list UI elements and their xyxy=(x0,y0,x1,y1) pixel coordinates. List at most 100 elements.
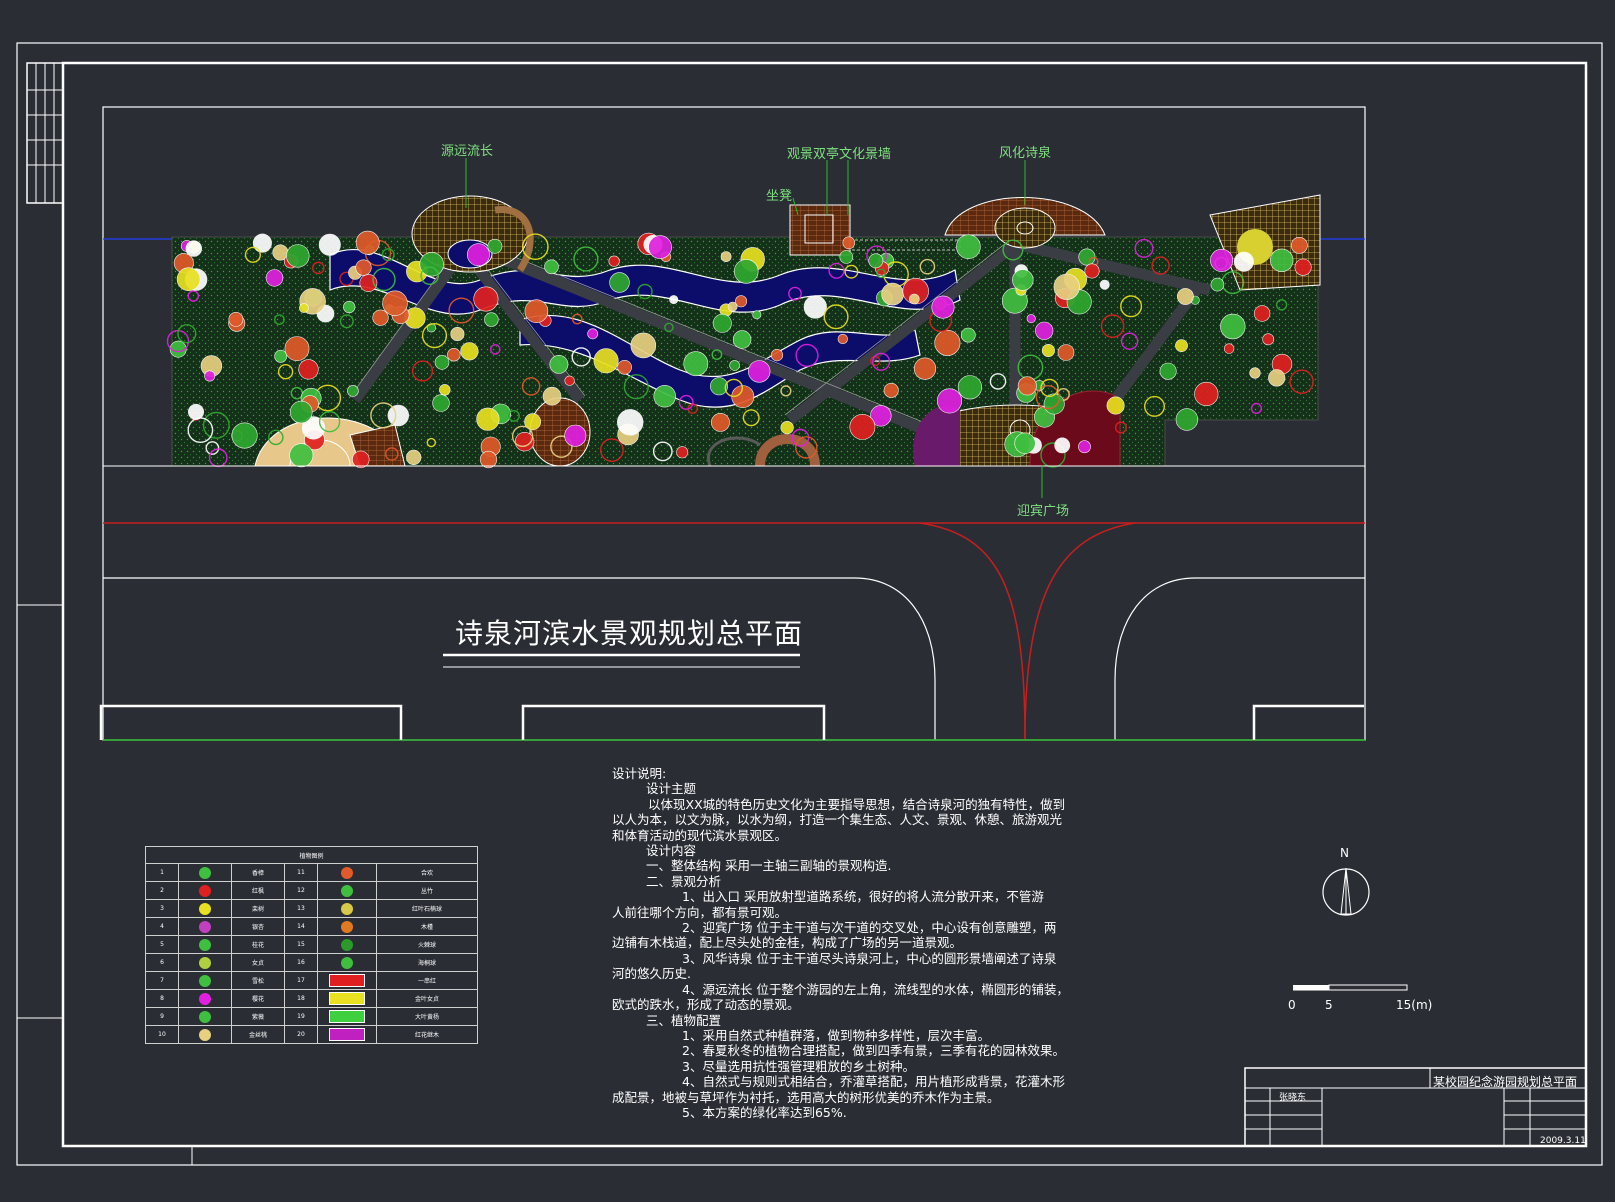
tree-symbol xyxy=(1043,393,1065,415)
tree-symbol xyxy=(1249,367,1261,379)
notes-line: 4、源远流长 位于整个游园的左上角，流线型的水体，椭圆形的铺装， xyxy=(682,981,1069,997)
tree-symbol xyxy=(883,382,899,398)
tree-symbol xyxy=(1233,251,1254,272)
north-label: N xyxy=(1340,846,1349,860)
tree-symbol xyxy=(265,269,284,287)
tree-symbol xyxy=(587,328,599,340)
legend-symbol xyxy=(317,917,377,936)
tree-symbol xyxy=(387,404,409,427)
legend-num: 17 xyxy=(284,971,318,990)
legend-num: 8 xyxy=(145,989,179,1008)
plant-symbol-icon xyxy=(341,866,353,879)
tree-symbol xyxy=(406,449,422,466)
tree-symbol xyxy=(1262,333,1275,346)
legend-row: 6 女贞 16 海桐球 xyxy=(145,953,478,972)
plant-symbol-icon xyxy=(199,992,211,1005)
tree-symbol xyxy=(185,240,203,257)
notes-line: 1、出入口 采用放射型道路系统，很好的将人流分散开来，不管游 xyxy=(682,889,1044,905)
tree-symbol xyxy=(347,385,359,397)
legend-row: 9 紫薇 19 大叶黄杨 xyxy=(145,1007,478,1026)
legend-symbol xyxy=(178,863,232,882)
legend-num: 7 xyxy=(145,971,179,990)
tree-symbol xyxy=(648,235,672,259)
tree-symbol xyxy=(476,407,500,431)
road-centerline-curve-left xyxy=(919,522,1026,741)
notes-line: 设计内容 xyxy=(646,843,697,859)
tree-symbol xyxy=(842,236,856,250)
legend-name: 丛竹 xyxy=(376,881,478,900)
tree-symbol xyxy=(1035,321,1054,340)
tree-symbol xyxy=(318,233,341,256)
tree-symbol xyxy=(839,250,854,264)
spring-circle xyxy=(994,207,1056,249)
shrub-bed-icon xyxy=(329,992,365,1005)
callout-spring: 风化诗泉 xyxy=(999,146,1052,161)
legend-name: 红花继木 xyxy=(376,1025,478,1044)
tree-symbol xyxy=(653,385,676,408)
scale-bar xyxy=(1293,984,1408,991)
notes-line: 边铺有木栈道，配上尽头处的金桂，构成了广场的另一道景观。 xyxy=(612,935,963,951)
callout-source: 源远流长 xyxy=(441,144,494,159)
notes-line: 欧式的跌水，形成了动态的景观。 xyxy=(612,997,800,1013)
tree-symbol xyxy=(868,253,884,269)
tree-symbol xyxy=(803,295,827,319)
tree-symbol xyxy=(1017,376,1037,396)
legend-num: 10 xyxy=(145,1025,179,1044)
tree-symbol xyxy=(729,360,740,371)
legend-row: 4 银杏 14 木槿 xyxy=(145,917,478,936)
tree-symbol xyxy=(711,412,730,432)
tree-symbol xyxy=(176,267,201,292)
tree-symbol xyxy=(1084,263,1100,279)
tree-symbol xyxy=(188,403,205,420)
tree-symbol xyxy=(1078,440,1091,454)
legend-symbol xyxy=(317,863,377,882)
tree-symbol xyxy=(747,360,771,383)
tree-symbol xyxy=(608,255,620,267)
callout-bench: 坐凳 xyxy=(766,189,793,204)
legend-name: 金丝桃 xyxy=(231,1025,285,1044)
legend-name: 海桐球 xyxy=(376,953,478,972)
plant-symbol-icon xyxy=(199,884,211,897)
notes-line: 成配景，地被与草坪作为衬托，选用高大的树形优美的乔木作为主景。 xyxy=(612,1089,1000,1105)
legend-name: 合欢 xyxy=(376,863,478,882)
tree-symbol xyxy=(881,282,904,306)
legend-num: 16 xyxy=(284,953,318,972)
legend-name: 一串红 xyxy=(376,971,478,990)
tree-symbol xyxy=(1177,288,1194,305)
tree-symbol xyxy=(1175,408,1199,431)
tree-symbol xyxy=(849,413,876,440)
curb-lower-left xyxy=(103,577,936,740)
legend-name: 火棘球 xyxy=(376,935,478,954)
notes-line: 二、景观分析 xyxy=(646,873,722,889)
legend-name: 银杏 xyxy=(231,917,285,936)
tree-symbol xyxy=(913,357,937,380)
notes-line: 2、迎宾广场 位于主干道与次干道的交叉处，中心设有创意雕塑，两 xyxy=(682,920,1057,936)
legend-num: 19 xyxy=(284,1007,318,1026)
legend-row: 2 红枫 12 丛竹 xyxy=(145,881,478,900)
legend-num: 3 xyxy=(145,899,179,918)
tree-symbol xyxy=(447,348,461,362)
notes-line: 河的悠久历史. xyxy=(612,966,691,982)
tree-symbol xyxy=(524,299,549,324)
legend-symbol xyxy=(317,971,377,990)
tree-symbol xyxy=(1223,343,1235,354)
tree-symbol xyxy=(286,244,310,268)
tree-symbol xyxy=(466,243,490,267)
tree-symbol xyxy=(1210,277,1225,292)
tree-symbol xyxy=(669,295,679,305)
tree-symbol xyxy=(284,336,310,362)
title-block-date: 2009.3.11 xyxy=(1540,1136,1586,1146)
tree-symbol xyxy=(432,394,450,412)
legend-num: 14 xyxy=(284,917,318,936)
tree-symbol xyxy=(289,400,313,424)
tree-symbol xyxy=(780,421,794,435)
plant-symbol-icon xyxy=(199,974,211,987)
notes-line: 设计主题 xyxy=(646,781,697,797)
tree-symbol xyxy=(1053,273,1080,300)
legend-name: 栾树 xyxy=(231,899,285,918)
tree-symbol xyxy=(1099,279,1110,290)
tree-symbol xyxy=(231,422,258,449)
tree-symbol xyxy=(936,388,962,414)
title-block-project: 某校园纪念游园规划总平面 xyxy=(1433,1075,1578,1089)
legend-num: 6 xyxy=(145,953,179,972)
